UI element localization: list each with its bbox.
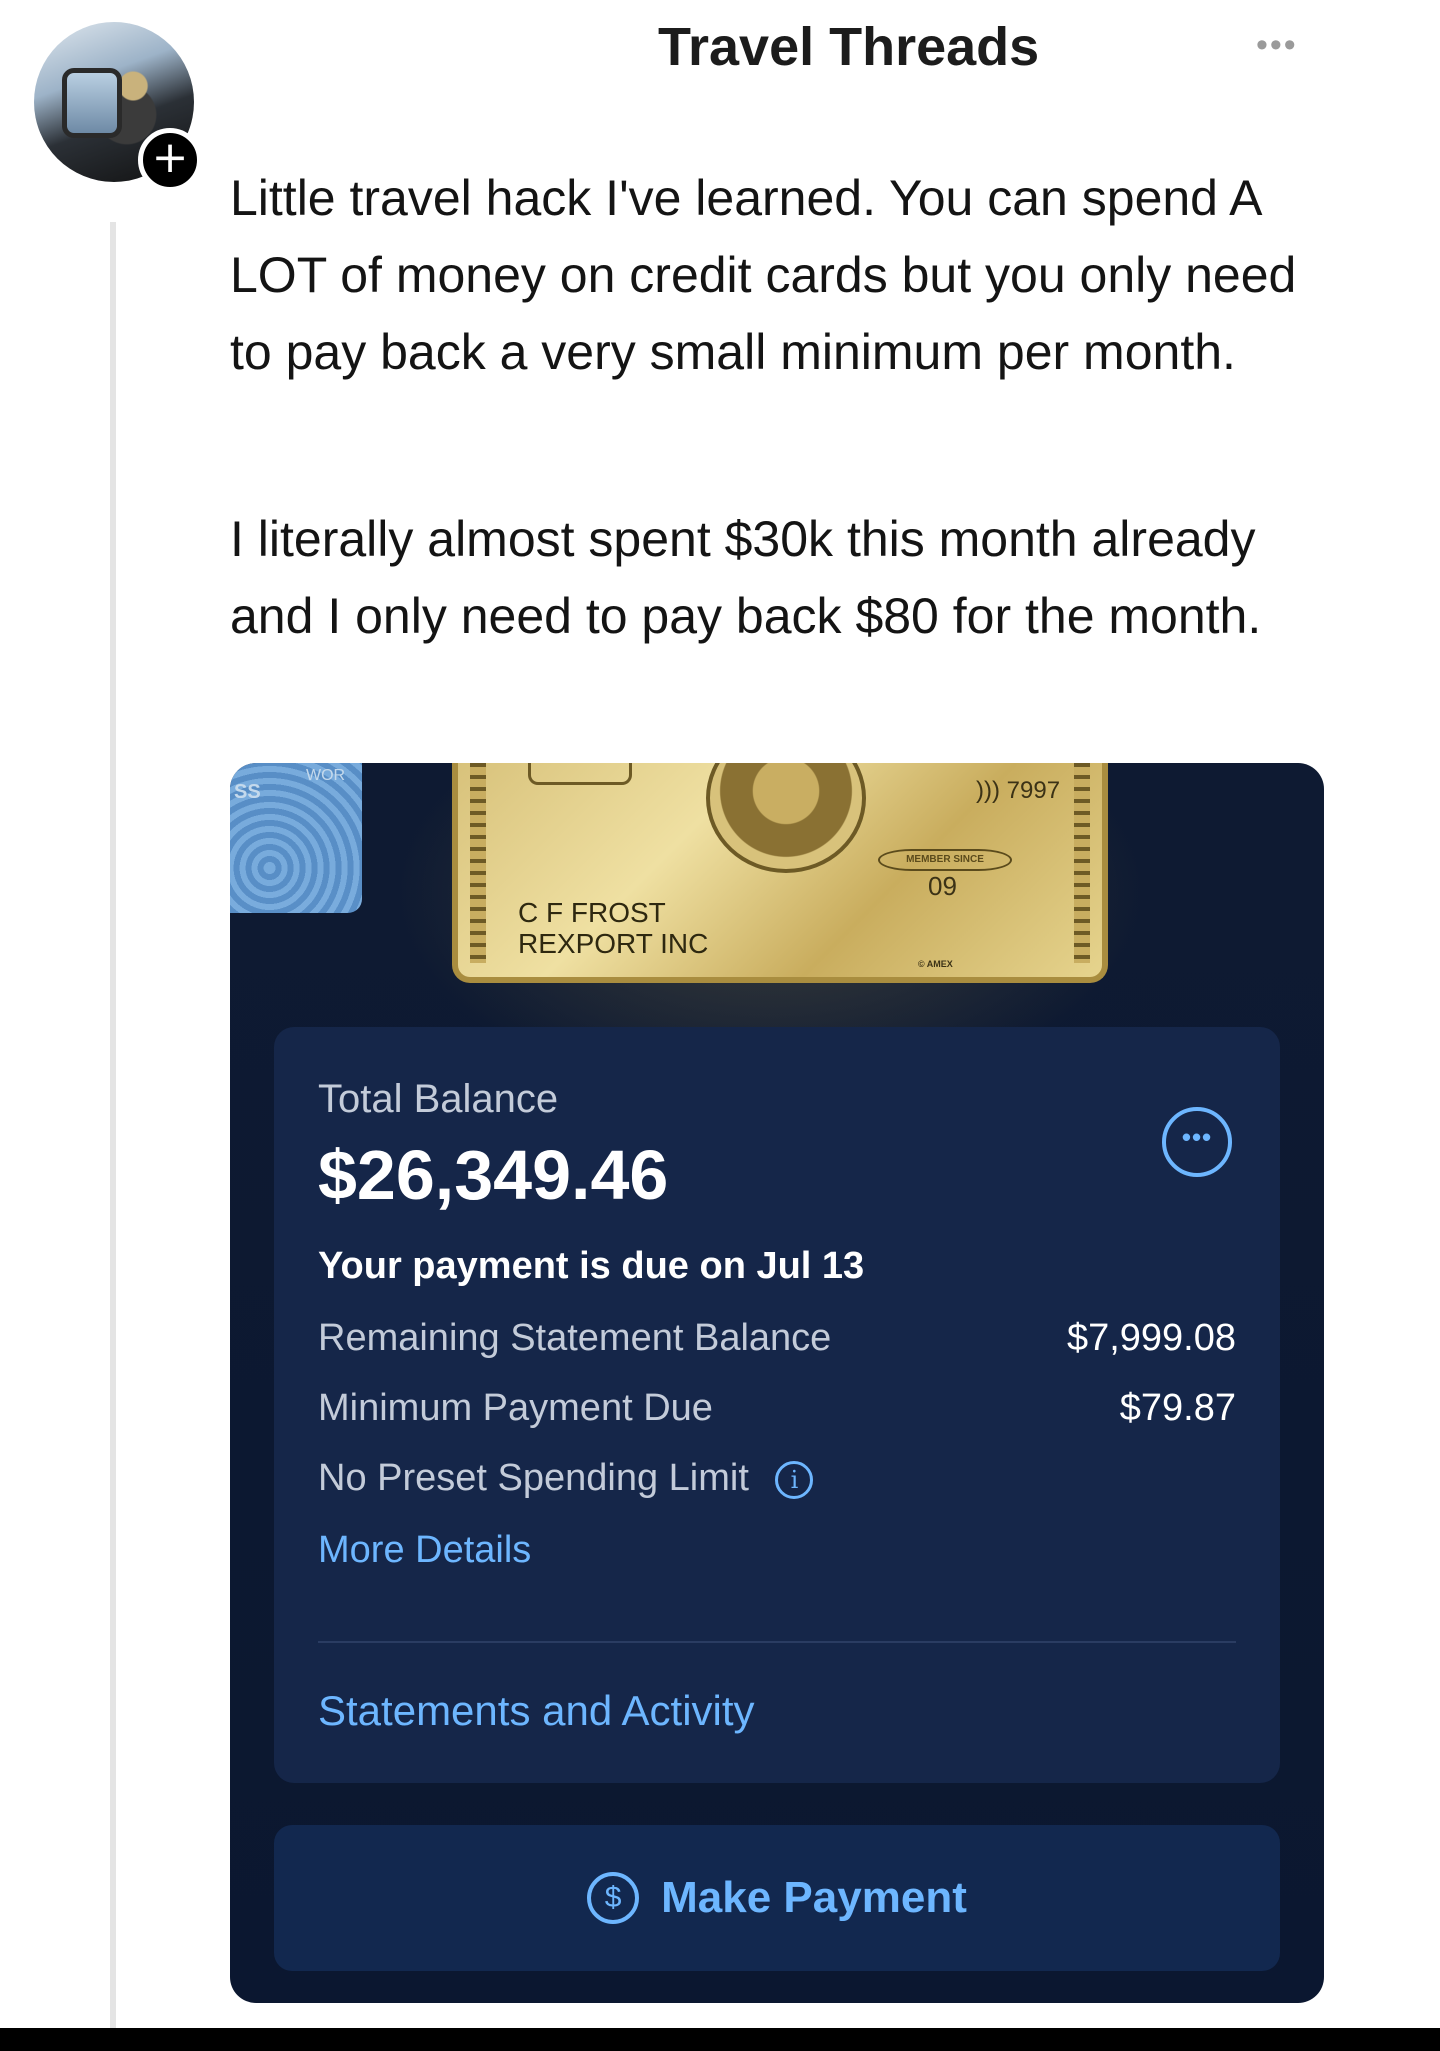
card-border-right	[1074, 763, 1090, 963]
thread-line	[110, 222, 116, 2028]
card-holder-line-1: C F FROST	[518, 897, 666, 928]
follow-plus-icon[interactable]: +	[138, 128, 202, 192]
centurion-medallion-icon	[706, 763, 866, 873]
minimum-payment-value: $79.87	[1119, 1387, 1236, 1429]
page-title: Travel Threads	[658, 17, 1040, 77]
card-holder: C F FROST REXPORT INC	[518, 897, 708, 959]
gold-credit-card: ))) 7997 MEMBER SINCE 09 C F FROST REXPO…	[452, 763, 1108, 983]
card-border-left	[470, 763, 486, 963]
post-paragraph-1: Little travel hack I've learned. You can…	[230, 170, 1297, 380]
remaining-statement-label: Remaining Statement Balance	[318, 1317, 832, 1359]
more-details-link[interactable]: More Details	[318, 1529, 531, 1572]
options-icon[interactable]: •••	[1162, 1107, 1232, 1177]
remaining-statement-value: $7,999.08	[1066, 1317, 1236, 1359]
info-icon[interactable]: i	[775, 1460, 814, 1499]
minimum-payment-label: Minimum Payment Due	[318, 1387, 713, 1429]
make-payment-label: Make Payment	[661, 1873, 967, 1922]
balance-panel: Total Balance $26,349.46 ••• Your paymen…	[274, 1027, 1280, 1783]
member-year: 09	[928, 871, 957, 901]
total-balance-label: Total Balance	[318, 1077, 559, 1121]
card-number: ))) 7997	[976, 777, 1061, 804]
threads-post-page: + Travel Threads ••• Little travel hack …	[0, 0, 1440, 2028]
payment-due-text: Your payment is due on Jul 13	[318, 1245, 865, 1287]
side-card-text-2: WOR	[306, 767, 346, 784]
total-balance-amount: $26,349.46	[318, 1136, 669, 1214]
dollar-icon: $	[587, 1872, 640, 1924]
card-brand-small: © AMEX	[918, 959, 953, 969]
divider	[318, 1641, 1236, 1643]
avatar-photo-window	[62, 68, 122, 138]
spending-limit-row: No Preset Spending Limit i	[318, 1457, 814, 1500]
make-payment-button[interactable]: $ Make Payment	[274, 1825, 1280, 1971]
member-since-banner: MEMBER SINCE	[878, 849, 1012, 871]
side-card: SS WOR	[230, 763, 362, 913]
side-card-text: SS	[234, 781, 261, 803]
card-holder-line-2: REXPORT INC	[518, 928, 709, 959]
embedded-screenshot[interactable]: SS WOR ))) 7997 MEMBER SINCE 09 C F FROS…	[230, 763, 1324, 2003]
more-dots-icon[interactable]: •••	[1256, 26, 1298, 65]
statements-activity-link[interactable]: Statements and Activity	[318, 1687, 755, 1735]
spending-limit-label: No Preset Spending Limit	[318, 1457, 749, 1499]
card-chip	[528, 763, 632, 785]
post-paragraph-2: I literally almost spent $30k this month…	[230, 511, 1262, 644]
